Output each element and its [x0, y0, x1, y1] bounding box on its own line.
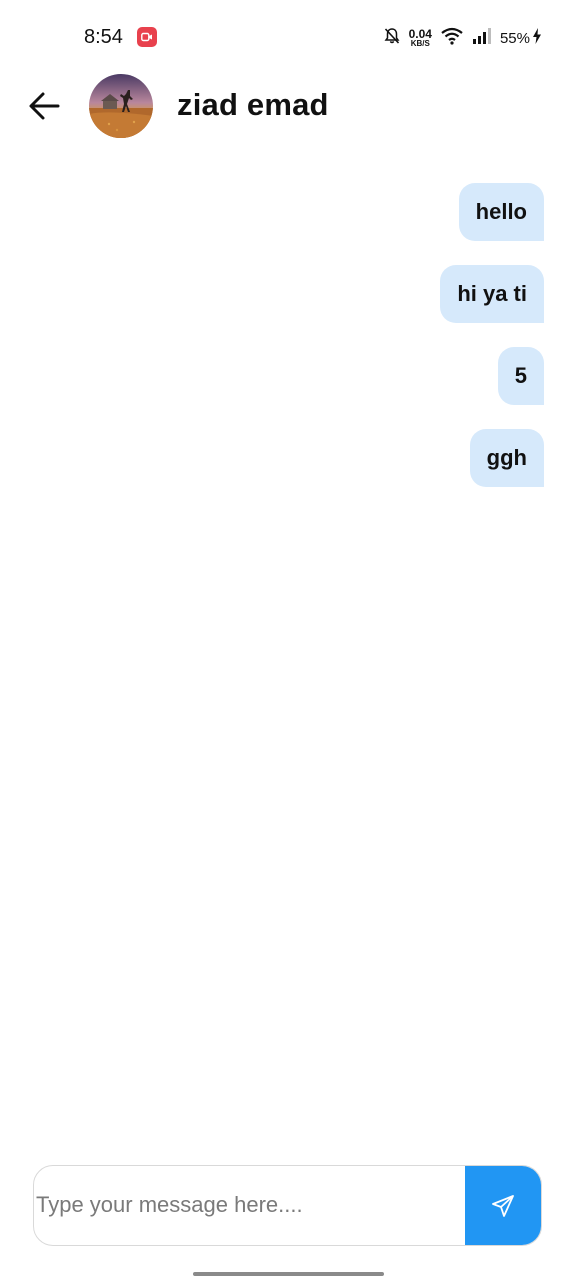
- message-list: hello hi ya ti 5 ggh: [44, 183, 544, 487]
- net-speed-unit: KB/S: [410, 39, 430, 48]
- message-composer: [33, 1165, 542, 1246]
- signal-icon: [472, 27, 492, 49]
- send-button[interactable]: [465, 1166, 541, 1245]
- status-icons: 0.04 KB/S 55%: [383, 24, 542, 52]
- battery-level: 55%: [499, 29, 530, 47]
- status-time: 8:54: [84, 26, 123, 48]
- status-bar: 8:54 0.04 KB/S 55%: [0, 18, 576, 58]
- send-icon: [492, 1194, 514, 1217]
- arrow-left-icon: [29, 92, 60, 120]
- message-bubble[interactable]: hi ya ti: [440, 265, 544, 323]
- bell-muted-icon: [383, 27, 401, 50]
- chat-header: ziad emad: [0, 72, 576, 140]
- wifi-icon: [440, 27, 464, 50]
- back-button[interactable]: [26, 88, 62, 124]
- screen-record-icon: [137, 27, 157, 47]
- avatar[interactable]: [89, 74, 153, 138]
- message-bubble[interactable]: hello: [458, 183, 544, 241]
- message-bubble[interactable]: ggh: [469, 429, 544, 487]
- home-indicator[interactable]: [193, 1272, 384, 1276]
- contact-name: ziad emad: [177, 87, 329, 122]
- message-input[interactable]: [34, 1166, 466, 1244]
- message-bubble[interactable]: 5: [497, 347, 544, 405]
- charging-icon: [532, 27, 542, 49]
- net-speed: 0.04 KB/S: [409, 28, 432, 48]
